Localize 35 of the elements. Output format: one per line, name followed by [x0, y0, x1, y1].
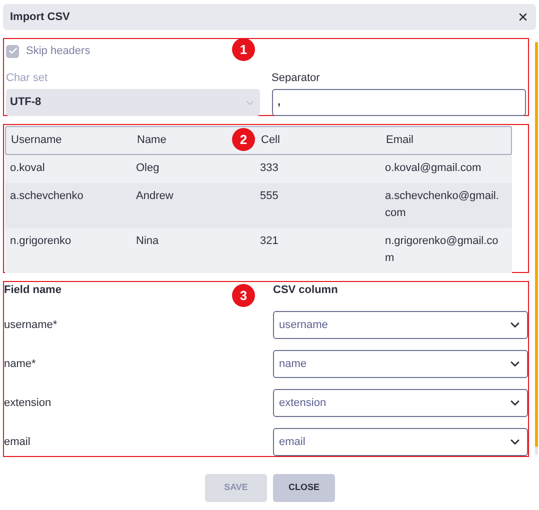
table-cell-text: a.schevchenko [10, 189, 84, 204]
column-header: Field name [4, 284, 62, 296]
close-icon[interactable] [517, 11, 529, 23]
field-name: username* [4, 318, 58, 331]
column-header: Cell [261, 134, 280, 146]
column-header: Username [11, 134, 62, 146]
table-cell-text: n.grigorenko@gmail.com [385, 234, 500, 266]
column-select[interactable]: username [273, 311, 528, 339]
table-cell-text: 333 [260, 161, 278, 176]
field-name: email [4, 436, 30, 448]
column-select[interactable]: name [273, 350, 528, 378]
field-label: Char set [6, 70, 49, 86]
table-cell-text: o.koval@gmail.com [385, 161, 482, 176]
column-header: Email [386, 134, 414, 146]
checkbox-label: Skip headers [26, 44, 90, 59]
table-cell-text: o.koval [10, 161, 45, 176]
table-cell-text: n.grigorenko [10, 234, 72, 249]
column-select[interactable]: email [273, 428, 528, 456]
table-cell-text: Andrew [136, 189, 174, 204]
dialog-title: Import CSV [10, 10, 70, 25]
column-header: Name [137, 134, 166, 146]
table-cell-text: Nina [136, 234, 159, 249]
table-cell-text: 555 [260, 189, 278, 204]
separator-field[interactable]: , [272, 89, 526, 116]
table-cell-text: a.schevchenko@gmail.com [385, 189, 500, 221]
field-name: name* [4, 358, 36, 370]
close-button[interactable]: CLOSE [273, 474, 335, 502]
column-select[interactable]: extension [273, 389, 528, 417]
number-marker: 3 [232, 284, 255, 307]
table-cell-text: 321 [260, 234, 278, 249]
table-cell-text: Oleg [136, 161, 160, 176]
field-name: extension [4, 396, 52, 409]
field-label: Separator [272, 70, 321, 86]
column-header: CSV column [273, 284, 338, 296]
number-marker: 1 [232, 38, 255, 61]
